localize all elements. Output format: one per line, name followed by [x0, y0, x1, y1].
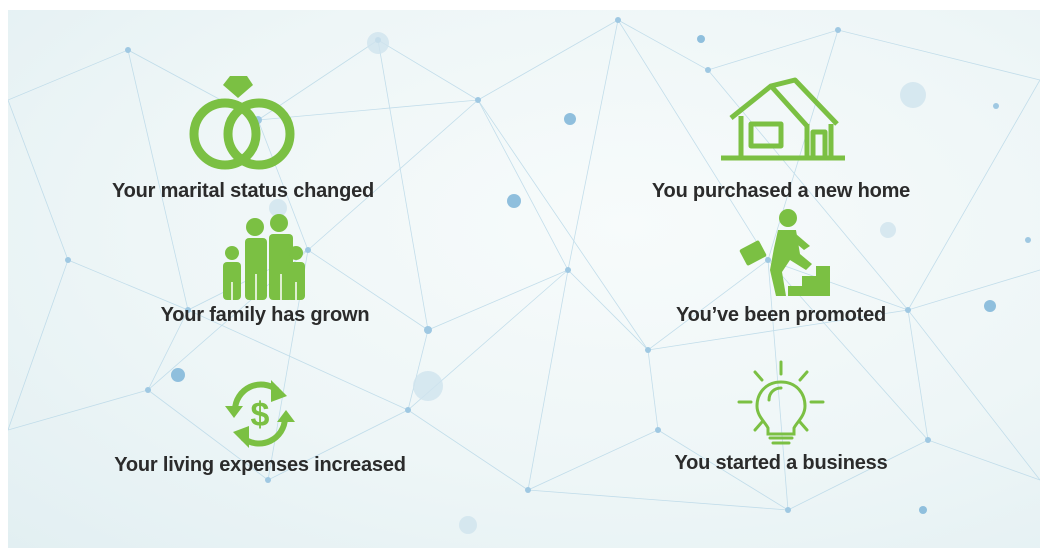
life-event-label: You’ve been promoted — [675, 304, 887, 326]
life-event-label: You started a business — [674, 452, 888, 474]
life-event-label: Your living expenses increased — [114, 454, 406, 476]
svg-text:$: $ — [251, 396, 270, 434]
life-events-graphic: Your marital status changed You purchase… — [8, 10, 1040, 548]
climbing-stairs-icon — [739, 209, 830, 296]
life-event-expenses: $ Your living expenses increased — [80, 376, 440, 477]
house-icon — [721, 77, 845, 161]
dollar-cycle-icon: $ — [225, 380, 295, 448]
life-event-family: Your family has grown — [85, 214, 445, 327]
lightbulb-icon — [737, 360, 825, 445]
life-event-marital: Your marital status changed — [63, 74, 423, 203]
life-event-business: You started a business — [601, 356, 961, 475]
life-event-home: You purchased a new home — [601, 74, 961, 203]
life-event-label: You purchased a new home — [651, 180, 911, 202]
family-icon — [223, 214, 305, 300]
life-event-label: Your marital status changed — [111, 180, 375, 202]
life-event-label: Your family has grown — [160, 304, 370, 326]
wedding-rings-icon — [189, 76, 295, 170]
life-event-promoted: You’ve been promoted — [601, 208, 961, 327]
